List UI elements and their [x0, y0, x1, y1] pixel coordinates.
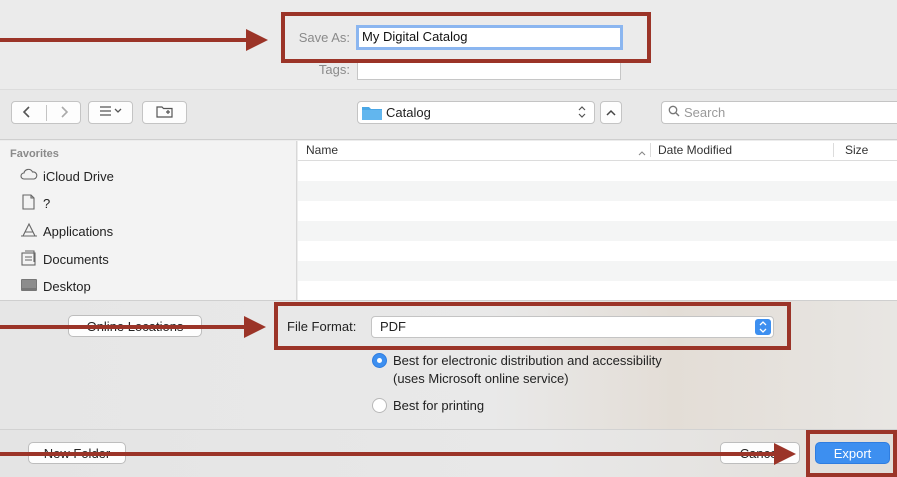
cloud-icon [20, 168, 43, 184]
documents-folder-icon [20, 249, 43, 269]
back-forward-buttons [11, 101, 81, 124]
favorites-heading: Favorites [10, 148, 59, 160]
list-row [298, 181, 897, 201]
sidebar-item-applications[interactable]: Applications [20, 220, 113, 242]
annotation-arrow-line [0, 325, 246, 329]
list-row [298, 261, 897, 281]
radio-electronic-distribution[interactable] [372, 353, 387, 368]
view-options-button[interactable] [88, 101, 133, 124]
annotation-arrow-line [0, 38, 248, 42]
search-placeholder: Search [684, 105, 726, 120]
sidebar: Favorites iCloud Drive ? Applications Do… [0, 141, 297, 300]
sidebar-item-label: Documents [43, 251, 109, 267]
sort-chevron-icon [638, 145, 646, 159]
new-folder-toolbar-button[interactable] [142, 101, 187, 124]
sidebar-item-unknown[interactable]: ? [20, 192, 50, 214]
annotation-arrow-head-icon [246, 29, 268, 51]
location-label: Catalog [386, 105, 431, 120]
collapse-button[interactable] [600, 101, 622, 124]
list-row [298, 241, 897, 261]
up-down-chevron-icon [578, 105, 586, 122]
sidebar-item-desktop[interactable]: Desktop [20, 275, 91, 297]
list-row [298, 281, 897, 301]
back-icon[interactable] [21, 105, 33, 122]
list-row [298, 221, 897, 241]
toolbar: Catalog Search [0, 90, 897, 140]
annotation-arrow-head-icon [244, 316, 266, 338]
export-dialog: Save As: My Digital Catalog Tags: Catalo… [0, 0, 897, 477]
column-name[interactable]: Name [306, 143, 338, 157]
applications-icon [20, 222, 43, 241]
option-electronic-sublabel: (uses Microsoft online service) [393, 371, 569, 386]
search-icon [668, 105, 680, 120]
annotation-arrow-line [0, 452, 776, 456]
tags-label: Tags: [318, 62, 350, 77]
forward-icon[interactable] [58, 105, 70, 122]
list-row [298, 201, 897, 221]
folder-icon [362, 105, 382, 123]
sidebar-item-label: ? [43, 195, 51, 211]
list-row [298, 161, 897, 181]
annotation-arrow-head-icon [774, 443, 796, 465]
document-icon [20, 193, 43, 213]
column-size[interactable]: Size [845, 143, 868, 157]
annotation-box-file-format [274, 302, 791, 350]
chevron-up-icon [606, 105, 616, 120]
location-popup[interactable]: Catalog [357, 101, 595, 124]
option-electronic-label: Best for electronic distribution and acc… [393, 353, 662, 368]
option-printing-label: Best for printing [393, 398, 485, 413]
new-folder-icon [155, 105, 174, 121]
list-view-icon [98, 105, 124, 120]
annotation-box-export [806, 430, 897, 477]
sidebar-item-documents[interactable]: Documents [20, 248, 109, 270]
column-date-modified[interactable]: Date Modified [658, 143, 732, 157]
annotation-box-save-as [281, 12, 651, 63]
search-field[interactable]: Search [661, 101, 897, 124]
sidebar-item-label: Applications [43, 223, 114, 239]
sidebar-item-icloud-drive[interactable]: iCloud Drive [20, 165, 114, 187]
sidebar-item-label: Desktop [43, 278, 91, 294]
file-list: Name Date Modified Size [298, 141, 897, 300]
desktop-icon [20, 278, 43, 295]
sidebar-item-label: iCloud Drive [43, 168, 114, 184]
column-header: Name Date Modified Size [298, 141, 897, 161]
radio-best-for-printing[interactable] [372, 398, 387, 413]
